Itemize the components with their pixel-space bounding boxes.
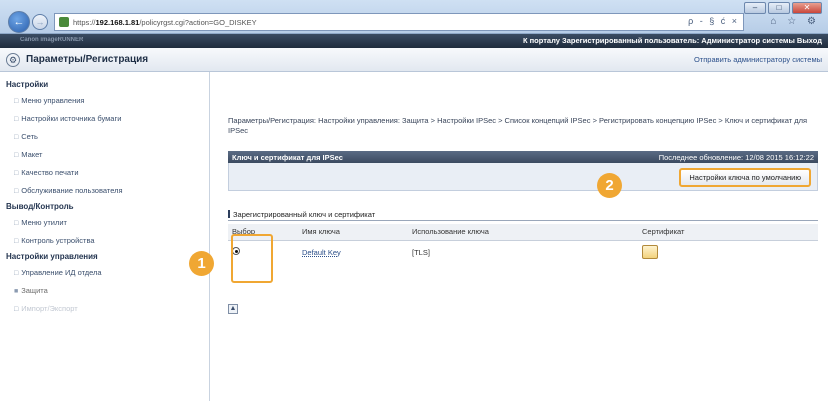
back-to-top-button[interactable]: ▲: [228, 304, 238, 314]
bullet-icon: □: [14, 98, 19, 105]
breadcrumb[interactable]: Параметры/Регистрация: Настройки управле…: [228, 116, 818, 136]
sidebar-item-layout[interactable]: □ Макет: [0, 146, 209, 164]
sidebar-item-network[interactable]: □ Сеть: [0, 128, 209, 146]
portal-user-links[interactable]: К порталу Зарегистрированный пользовател…: [523, 36, 822, 45]
forward-arrow-icon: →: [35, 17, 45, 27]
table-header-row: Выбор Имя ключа Использование ключа Серт…: [228, 224, 818, 241]
sidebar-item-label: Контроль устройства: [21, 236, 95, 245]
select-column-highlight: [231, 234, 273, 283]
sidebar-item-control-menu[interactable]: □ Меню управления: [0, 92, 209, 110]
last-updated: Последнее обновление: 12/08 2015 16:12:2…: [658, 153, 814, 162]
key-table: Выбор Имя ключа Использование ключа Серт…: [228, 224, 818, 264]
url-host: 192.168.1.81: [95, 17, 140, 27]
page-title: Параметры/Регистрация: [26, 54, 149, 65]
sidebar-item-label: Настройки источника бумаги: [21, 114, 122, 123]
app-header: ⚙ Параметры/Регистрация Отправить админи…: [0, 48, 828, 72]
sidebar-group-settings: Настройки: [6, 80, 49, 89]
browser-toolbar-icons[interactable]: ⌂ ☆ ⚙: [770, 16, 820, 27]
callout-1: 1: [189, 251, 214, 276]
browser-titlebar: – □ ✕ ← → https://192.168.1.81/policyrgs…: [0, 0, 828, 34]
forward-button[interactable]: →: [32, 14, 48, 30]
callout-2: 2: [597, 173, 622, 198]
default-key-settings-button[interactable]: Настройки ключа по умолчанию: [679, 168, 811, 187]
key-name-link[interactable]: Default Key: [302, 248, 341, 257]
sidebar-item-label: Меню утилит: [21, 218, 67, 227]
sidebar-item-label: Качество печати: [21, 168, 79, 177]
window-controls: – □ ✕: [744, 2, 822, 14]
bullet-icon: □: [14, 270, 19, 277]
section-title: Зарегистрированный ключ и сертификат: [228, 210, 375, 219]
panel-header: Ключ и сертификат для IPSec Последнее об…: [228, 151, 818, 163]
column-header-key-usage: Использование ключа: [408, 224, 638, 241]
address-url: https://192.168.1.81/policyrgst.cgi?acti…: [73, 18, 257, 27]
sidebar-item-label: Защита: [21, 286, 48, 295]
section-divider: [228, 220, 818, 221]
site-favicon-icon: [59, 17, 69, 27]
sidebar-group-management: Настройки управления: [6, 252, 98, 261]
back-button[interactable]: ←: [8, 11, 30, 33]
sidebar-item-user-maintenance[interactable]: □ Обслуживание пользователя: [0, 182, 209, 200]
bullet-icon: □: [14, 170, 19, 177]
address-bar-tools[interactable]: ρ - § ć ×: [688, 16, 739, 26]
table-row: Default Key [TLS]: [228, 240, 818, 264]
bullet-icon: □: [14, 152, 19, 159]
bullet-icon: ■: [14, 288, 19, 295]
device-name-label: Canon imageRUNNER: [20, 37, 84, 43]
sidebar-item-label: Импорт/Экспорт: [21, 304, 78, 313]
close-button[interactable]: ✕: [792, 2, 822, 14]
sidebar-item-utility-menu[interactable]: □ Меню утилит: [0, 214, 209, 232]
maximize-button[interactable]: □: [768, 2, 790, 14]
main-content: Параметры/Регистрация: Настройки управле…: [212, 72, 828, 401]
sidebar-item-import-export[interactable]: □ Импорт/Экспорт: [0, 300, 209, 318]
portal-bar: Canon imageRUNNER К порталу Зарегистриро…: [0, 34, 828, 48]
bullet-icon: □: [14, 134, 19, 141]
sidebar-group-output-control: Вывод/Контроль: [6, 202, 74, 211]
column-header-certificate: Сертификат: [638, 224, 818, 241]
url-path: /policyrgst.cgi?action=GO_DISKEY: [139, 17, 257, 27]
panel-toolbar: Настройки ключа по умолчанию: [228, 163, 818, 191]
sidebar-item-department-id[interactable]: □ Управление ИД отдела: [0, 264, 209, 282]
sidebar-item-label: Макет: [21, 150, 43, 159]
minimize-button[interactable]: –: [744, 2, 766, 14]
key-usage-cell: [TLS]: [412, 247, 430, 257]
url-prefix: https://: [73, 17, 96, 27]
settings-gear-icon: ⚙: [6, 53, 20, 67]
bullet-icon: □: [14, 220, 19, 227]
certificate-icon[interactable]: [642, 245, 658, 260]
sidebar-item-device-control[interactable]: □ Контроль устройства: [0, 232, 209, 250]
panel-title: Ключ и сертификат для IPSec: [232, 153, 343, 162]
browser-window: – □ ✕ ← → https://192.168.1.81/policyrgs…: [0, 0, 828, 401]
sidebar-item-label: Сеть: [21, 132, 38, 141]
sidebar-item-label: Управление ИД отдела: [21, 268, 102, 277]
sidebar-item-label: Меню управления: [21, 96, 85, 105]
key-name-cell: Default Key: [298, 240, 408, 264]
bullet-icon: □: [14, 238, 19, 245]
sidebar-item-print-quality[interactable]: □ Качество печати: [0, 164, 209, 182]
sidebar-item-paper-source[interactable]: □ Настройки источника бумаги: [0, 110, 209, 128]
mail-admin-link[interactable]: Отправить администратору системы: [694, 55, 822, 64]
column-header-key-name: Имя ключа: [298, 224, 408, 241]
sidebar-item-security[interactable]: ■ Защита: [0, 282, 209, 300]
certificate-cell: [638, 240, 818, 264]
back-arrow-icon: ←: [13, 16, 25, 28]
address-bar[interactable]: https://192.168.1.81/policyrgst.cgi?acti…: [54, 13, 744, 31]
bullet-icon: □: [14, 188, 19, 195]
bullet-icon: □: [14, 116, 19, 123]
sidebar: Настройки □ Меню управления □ Настройки ис…: [0, 72, 210, 401]
bullet-icon: □: [14, 306, 19, 313]
sidebar-item-label: Обслуживание пользователя: [21, 186, 123, 195]
